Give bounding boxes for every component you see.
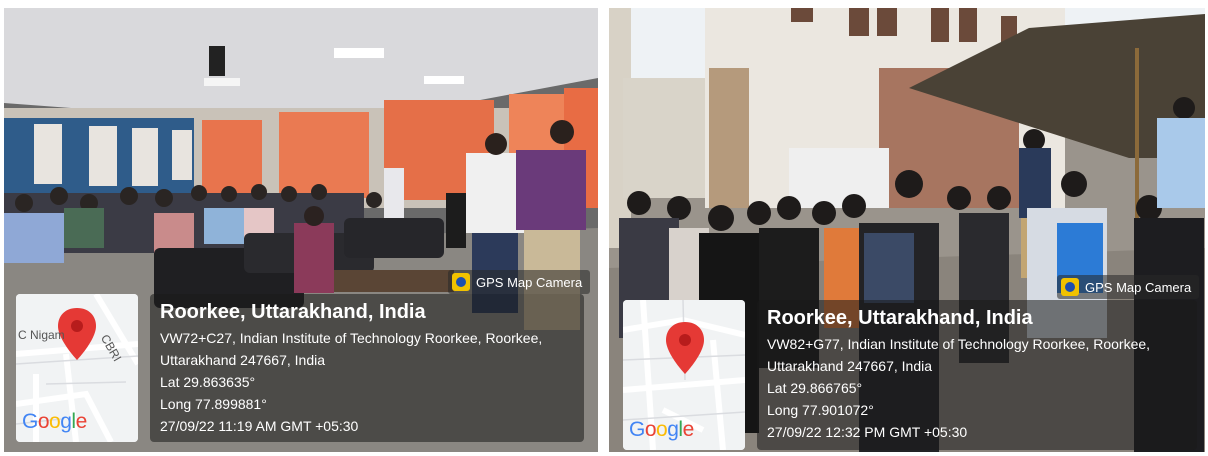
- location-map: C Nigam CBRI Google: [16, 294, 138, 442]
- location-latitude: Lat 29.863635°: [160, 374, 256, 390]
- location-longitude: Long 77.901072°: [767, 402, 874, 418]
- gps-camera-icon: [1061, 278, 1079, 296]
- location-address-line-1: VW72+C27, Indian Institute of Technology…: [160, 330, 543, 346]
- location-info-panel: Roorkee, Uttarakhand, India VW82+G77, In…: [757, 300, 1197, 450]
- location-address-line-1: VW82+G77, Indian Institute of Technology…: [767, 336, 1151, 352]
- location-city: Roorkee, Uttarakhand, India: [160, 301, 426, 323]
- gps-camera-icon: [452, 273, 470, 291]
- google-logo: Google: [22, 410, 87, 433]
- location-info-panel: Roorkee, Uttarakhand, India VW72+C27, In…: [150, 294, 584, 442]
- location-timestamp: 27/09/22 12:32 PM GMT +05:30: [767, 424, 968, 440]
- google-logo: Google: [629, 418, 694, 441]
- location-timestamp: 27/09/22 11:19 AM GMT +05:30: [160, 418, 359, 434]
- location-map: Google: [623, 300, 745, 450]
- location-city: Roorkee, Uttarakhand, India: [767, 307, 1033, 329]
- location-latitude: Lat 29.866765°: [767, 380, 863, 396]
- map-street-label: C Nigam: [18, 328, 65, 342]
- location-address-line-2: Uttarakhand 247667, India: [767, 358, 933, 374]
- gps-camera-badge: GPS Map Camera: [1057, 275, 1200, 299]
- photo-seminar-room: GPS Map Camera C Nigam CBRI Google Roork…: [4, 8, 598, 452]
- gps-camera-label: GPS Map Camera: [1085, 279, 1192, 295]
- gps-camera-badge: GPS Map Camera: [448, 270, 591, 294]
- location-longitude: Long 77.899881°: [160, 396, 267, 412]
- gps-camera-label: GPS Map Camera: [476, 274, 583, 290]
- photo-outdoor-group: GPS Map Camera Google Roorkee, Uttarakha…: [609, 8, 1205, 452]
- location-address-line-2: Uttarakhand 247667, India: [160, 352, 326, 368]
